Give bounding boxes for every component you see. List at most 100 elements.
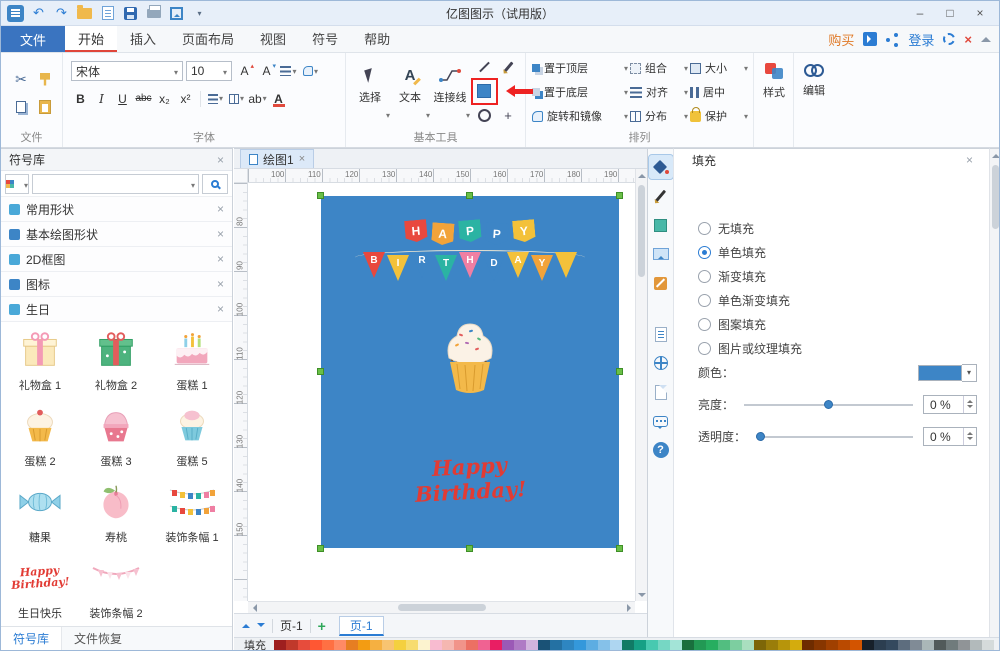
palette-swatch[interactable] xyxy=(706,640,718,651)
palette-swatch[interactable] xyxy=(682,640,694,651)
previous-page-icon[interactable] xyxy=(242,620,250,628)
close-category-icon[interactable]: × xyxy=(217,202,224,216)
spin-up-icon[interactable] xyxy=(967,429,973,435)
hyperlink-pane-icon[interactable] xyxy=(649,351,673,375)
selection-handle[interactable] xyxy=(616,368,623,375)
pen-tool-icon[interactable] xyxy=(498,57,518,77)
palette-swatch[interactable] xyxy=(346,640,358,651)
shrink-font-button[interactable]: A xyxy=(257,62,276,81)
share-icon[interactable] xyxy=(886,33,899,46)
fill-pane-icon[interactable] xyxy=(649,155,673,179)
palette-swatch[interactable] xyxy=(814,640,826,651)
redo-icon[interactable]: ↷ xyxy=(53,5,70,22)
symbol-item-candy[interactable]: 糖果 xyxy=(4,474,76,550)
text-tool[interactable]: A 文本 xyxy=(390,55,430,121)
buy-link[interactable]: 购买 xyxy=(828,30,854,49)
text-align-button[interactable] xyxy=(279,62,298,81)
document-tab[interactable]: 绘图1 × xyxy=(240,149,314,168)
palette-swatch[interactable] xyxy=(394,640,406,651)
library-category-basic-draw[interactable]: 基本绘图形状 × xyxy=(1,222,232,247)
superscript-button[interactable]: x² xyxy=(176,89,195,108)
connector-tool[interactable]: 连接线 xyxy=(430,55,470,121)
palette-swatch[interactable] xyxy=(526,640,538,651)
line-style-pane-icon[interactable] xyxy=(649,184,673,208)
library-category-common[interactable]: 常用形状 × xyxy=(1,197,232,222)
paste-icon[interactable] xyxy=(39,100,51,114)
cupcake-image[interactable] xyxy=(437,318,503,398)
rotate-mirror-button[interactable]: 旋转和镜像 xyxy=(532,105,628,127)
palette-swatch[interactable] xyxy=(502,640,514,651)
tab-symbol-library[interactable]: 符号库 xyxy=(1,627,62,650)
palette-swatch[interactable] xyxy=(478,640,490,651)
login-link[interactable]: 登录 xyxy=(908,30,934,49)
palette-swatch[interactable] xyxy=(622,640,634,651)
bring-to-front-button[interactable]: 置于顶层 xyxy=(532,57,628,79)
maximize-button[interactable]: □ xyxy=(937,4,963,23)
promo-icon[interactable] xyxy=(863,32,877,46)
palette-swatch[interactable] xyxy=(586,640,598,651)
banner-letter-flag[interactable]: A xyxy=(431,222,454,245)
panel-scrollbar[interactable] xyxy=(989,148,1000,637)
font-size-select[interactable]: 10 xyxy=(186,61,232,81)
tab-home[interactable]: 开始 xyxy=(65,26,117,52)
close-category-icon[interactable]: × xyxy=(217,302,224,316)
fill-option[interactable]: 图案填充 xyxy=(698,315,766,333)
customize-toolbar-dropdown-icon[interactable]: ▾ xyxy=(191,5,208,22)
bold-button[interactable]: B xyxy=(71,89,90,108)
birthday-card-shape[interactable]: HAPPY BIRTHDAY Happy Birthday! xyxy=(321,196,619,548)
palette-swatch[interactable] xyxy=(670,640,682,651)
select-tool[interactable]: 选择 xyxy=(350,55,390,121)
palette-swatch[interactable] xyxy=(406,640,418,651)
palette-swatch[interactable] xyxy=(910,640,922,651)
undo-icon[interactable]: ↶ xyxy=(30,5,47,22)
selection-handle[interactable] xyxy=(317,192,324,199)
palette-swatch[interactable] xyxy=(658,640,670,651)
palette-swatch[interactable] xyxy=(970,640,982,651)
palette-swatch[interactable] xyxy=(646,640,658,651)
palette-swatch[interactable] xyxy=(442,640,454,651)
banner-letter-flag[interactable]: H xyxy=(404,219,428,243)
palette-swatch[interactable] xyxy=(778,640,790,651)
palette-swatch[interactable] xyxy=(886,640,898,651)
palette-swatch[interactable] xyxy=(934,640,946,651)
scroll-left-icon[interactable] xyxy=(249,604,257,612)
palette-swatch[interactable] xyxy=(538,640,550,651)
greeting-text[interactable]: Happy Birthday! xyxy=(320,446,620,512)
symbol-item-cake2[interactable]: 蛋糕 2 xyxy=(4,398,76,474)
symbol-item-happy-birthday-text[interactable]: Happy Birthday! 生日快乐 xyxy=(4,550,76,626)
selection-handle[interactable] xyxy=(616,545,623,552)
palette-swatch[interactable] xyxy=(358,640,370,651)
next-page-icon[interactable] xyxy=(257,623,265,631)
library-category-icons[interactable]: 图标 × xyxy=(1,272,232,297)
palette-swatch[interactable] xyxy=(850,640,862,651)
library-view-button[interactable] xyxy=(5,174,29,194)
page-tab[interactable]: 页-1 xyxy=(339,616,384,636)
subscript-button[interactable]: x₂ xyxy=(155,89,174,108)
print-icon[interactable] xyxy=(145,5,162,22)
palette-swatch[interactable] xyxy=(862,640,874,651)
underline-button[interactable]: U xyxy=(113,89,132,108)
library-category-birthday[interactable]: 生日 × xyxy=(1,297,232,322)
selection-handle[interactable] xyxy=(466,192,473,199)
palette-swatch[interactable] xyxy=(958,640,970,651)
cut-icon[interactable]: ✂ xyxy=(15,71,27,88)
center-button[interactable]: 居中 xyxy=(690,81,748,103)
palette-swatch[interactable] xyxy=(982,640,994,651)
scroll-up-icon[interactable] xyxy=(638,170,646,178)
tab-file-recovery[interactable]: 文件恢复 xyxy=(62,627,134,650)
settings-gear-icon[interactable] xyxy=(943,33,955,45)
palette-swatch[interactable] xyxy=(694,640,706,651)
symbol-doc-pane-icon[interactable] xyxy=(649,322,673,346)
fill-option[interactable]: 单色渐变填充 xyxy=(698,291,790,309)
bullet-list-button[interactable] xyxy=(227,89,246,108)
library-category-2d-block[interactable]: 2D框图 × xyxy=(1,247,232,272)
pennant-letter-flag[interactable]: T xyxy=(435,255,457,281)
pennant-letter-flag[interactable] xyxy=(555,252,577,278)
pennant-letter-flag[interactable]: B xyxy=(363,252,385,278)
close-category-icon[interactable]: × xyxy=(217,227,224,241)
fill-color-dropdown-icon[interactable] xyxy=(962,364,977,382)
fill-color-swatch[interactable] xyxy=(918,365,962,381)
palette-swatch[interactable] xyxy=(874,640,886,651)
pennant-letter-flag[interactable]: Y xyxy=(531,255,553,281)
text-direction-button[interactable] xyxy=(301,62,320,81)
